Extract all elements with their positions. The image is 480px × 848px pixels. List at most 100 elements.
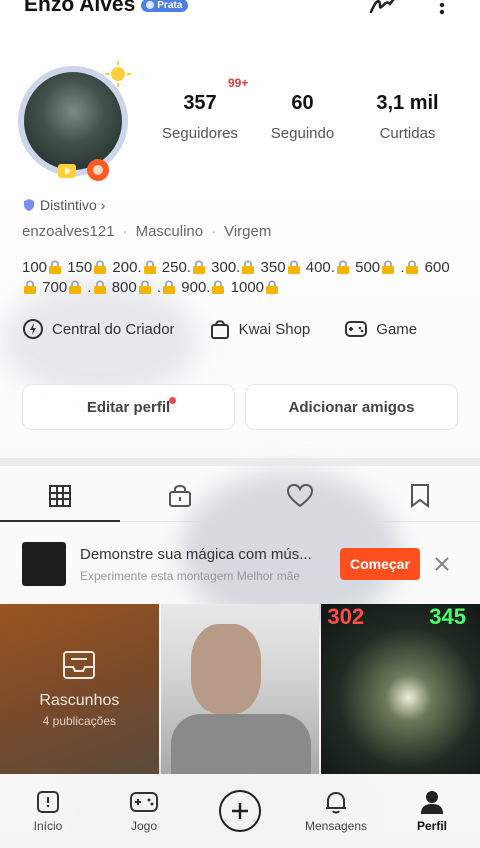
drafts-tile[interactable]: Rascunhos 4 publicações	[0, 604, 159, 774]
bookmark-icon	[411, 483, 429, 508]
lightning-icon	[23, 319, 43, 339]
sun-sticker-icon	[105, 61, 131, 87]
close-icon[interactable]	[434, 556, 450, 572]
score-right: 345	[429, 604, 467, 629]
shortcut-label: Central do Criador	[52, 320, 175, 338]
posts-grid: Rascunhos 4 publicações 302 345	[0, 604, 480, 774]
grid-icon	[49, 484, 71, 507]
music-promo-banner[interactable]: Demonstre sua mágica com mús... Experime…	[0, 530, 480, 598]
lock-emoji-icon	[266, 280, 279, 294]
lock-emoji-icon	[192, 260, 205, 274]
shortcut-game[interactable]: Game	[344, 318, 417, 340]
stat-label: Seguindo	[270, 125, 335, 142]
lock-emoji-icon	[212, 280, 225, 294]
avatar[interactable]	[18, 61, 131, 181]
profile-name: Enzo Alves	[24, 0, 136, 16]
gamepad-icon	[345, 321, 368, 337]
profile-actions: Editar perfil Adicionar amigos	[22, 384, 458, 430]
lock-emoji-icon	[24, 280, 36, 294]
lock-emoji-icon	[138, 280, 151, 294]
lock-emoji-icon	[163, 280, 176, 294]
chevron-right-icon: ›	[100, 197, 106, 213]
nav-game[interactable]: Jogo	[96, 774, 192, 848]
signature-icon[interactable]	[368, 0, 400, 16]
lock-emoji-icon	[287, 260, 300, 274]
distintivo-label: Distintivo	[40, 197, 97, 213]
bio-number: 700	[42, 279, 68, 296]
section-divider	[0, 458, 480, 466]
edit-profile-label: Editar perfil	[86, 398, 171, 416]
notification-badge[interactable]: 99+	[225, 76, 252, 90]
bio-number: .	[400, 259, 405, 276]
bio-number: 300.	[211, 259, 241, 276]
gamepad-icon	[130, 792, 158, 812]
nav-label: Perfil	[416, 819, 447, 833]
stat-following[interactable]: 60 Seguindo	[250, 92, 355, 142]
tab-posts[interactable]	[0, 470, 120, 522]
bio-number: 100	[22, 259, 48, 276]
shortcut-kwai-shop[interactable]: Kwai Shop	[209, 318, 310, 340]
nav-label: Jogo	[130, 819, 158, 833]
home-icon	[37, 791, 59, 813]
promo-thumbnail	[22, 542, 66, 586]
lock-emoji-icon	[336, 260, 349, 274]
stat-label: Seguidores	[162, 125, 238, 142]
bio-number: 1000	[230, 279, 265, 296]
tab-private[interactable]	[120, 470, 240, 521]
tab-saved[interactable]	[360, 470, 480, 521]
nav-messages[interactable]: Mensagens	[288, 774, 384, 848]
username: enzoalves121	[22, 223, 115, 240]
bio-number: 500	[355, 259, 381, 276]
body-shape	[170, 714, 311, 774]
nav-profile[interactable]: Perfil	[384, 774, 480, 848]
nav-create[interactable]	[192, 774, 288, 848]
lock-emoji-icon	[69, 280, 82, 294]
stat-value: 357	[183, 92, 217, 114]
stat-likes[interactable]: 3,1 mil Curtidas	[355, 92, 460, 142]
start-button[interactable]: Começar	[340, 548, 420, 580]
bio-number: 400.	[305, 259, 335, 276]
profile-header: Enzo Alves Prata	[0, 0, 480, 22]
bio-number: .	[156, 279, 162, 296]
stat-value: 60	[291, 92, 314, 114]
bio-number: 200.	[112, 259, 142, 276]
score-left: 302	[327, 604, 365, 629]
zodiac-sign: Virgem	[224, 223, 272, 240]
gender: Masculino	[135, 223, 204, 240]
bio-number: 900.	[181, 279, 211, 296]
lock-emoji-icon	[93, 280, 106, 294]
edit-profile-button[interactable]: Editar perfil	[22, 384, 235, 430]
add-friends-button[interactable]: Adicionar amigos	[245, 384, 458, 430]
lock-emoji-icon	[49, 260, 62, 274]
profile-stats: 357 Seguidores 60 Seguindo 3,1 mil Curti…	[150, 92, 470, 142]
distintivo-link[interactable]: Distintivo ›	[22, 197, 105, 213]
tab-likes[interactable]	[240, 470, 360, 521]
promo-title: Demonstre sua mágica com mús...	[80, 545, 312, 563]
lock-icon	[169, 484, 191, 507]
tier-badge-label: Prata	[157, 0, 183, 11]
video-thumbnail[interactable]: 302 345	[321, 604, 480, 774]
more-options-icon[interactable]	[438, 0, 446, 16]
nav-label: Mensagens	[304, 819, 368, 833]
lock-emoji-icon	[382, 260, 395, 274]
shield-icon	[24, 199, 34, 211]
bio-number: 350	[260, 259, 286, 276]
bio-number: 150	[67, 259, 93, 276]
stat-followers[interactable]: 357 Seguidores	[150, 92, 250, 142]
heart-icon	[286, 483, 314, 507]
drafts-title: Rascunhos	[39, 692, 120, 709]
lock-emoji-icon	[94, 260, 107, 274]
notification-dot	[169, 397, 176, 404]
lock-emoji-icon	[406, 260, 419, 274]
drafts-inbox-icon	[63, 651, 96, 679]
stat-label: Curtidas	[379, 125, 436, 142]
camera-sticker-icon	[58, 159, 109, 181]
nav-home[interactable]: Início	[0, 774, 96, 848]
background-cloud	[0, 280, 200, 400]
bio-number: 800	[111, 279, 137, 296]
content-tabs	[0, 470, 480, 522]
stat-value: 3,1 mil	[376, 92, 439, 114]
video-thumbnail[interactable]	[160, 604, 320, 774]
shortcut-creator-center[interactable]: Central do Criador	[22, 318, 175, 340]
shopping-bag-icon	[210, 320, 229, 339]
